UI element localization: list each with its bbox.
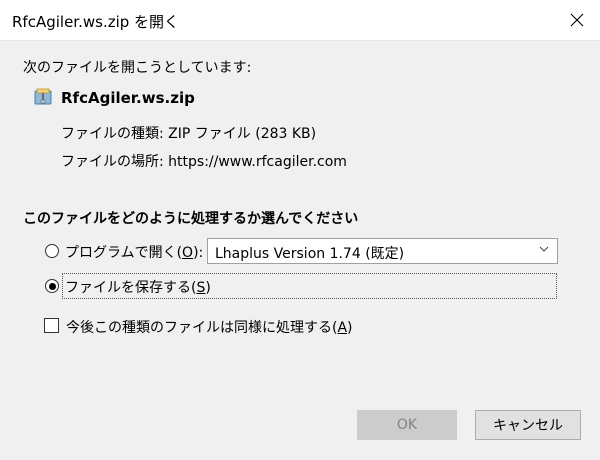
remember-choice-label[interactable]: 今後この種類のファイルは同様に処理する(A) [66,317,353,337]
window-title: RfcAgiler.ws.zip を開く [12,13,180,31]
intro-text: 次のファイルを開こうとしています: [23,60,252,76]
file-source-value: https://www.rfcagiler.com [168,154,347,170]
ok-button[interactable]: OK [357,410,457,440]
file-source-label: ファイルの場所: [61,154,164,170]
open-with-label[interactable]: プログラムで開く(O): [65,242,203,262]
open-with-radio[interactable] [45,244,59,258]
save-file-radio[interactable] [45,279,59,293]
title-bar: RfcAgiler.ws.zip を開く [0,0,600,41]
save-file-label[interactable]: ファイルを保存する(S) [65,277,211,297]
zip-archive-icon [34,88,52,105]
open-with-accesskey: O [182,245,194,261]
program-select-value: Lhaplus Version 1.74 (既定) [215,246,405,262]
close-button[interactable] [554,0,600,40]
file-type-row: ファイルの種類: ZIP ファイル (283 KB) [61,123,316,143]
dialog-body: 次のファイルを開こうとしています: RfcAgiler.ws.zip ファイルの… [0,41,600,460]
cancel-button[interactable]: キャンセル [475,410,581,440]
file-type-label: ファイルの種類: [61,126,164,142]
file-source-row: ファイルの場所: https://www.rfcagiler.com [61,151,347,171]
remember-choice-checkbox[interactable] [44,318,59,333]
program-select[interactable]: Lhaplus Version 1.74 (既定) [207,238,558,264]
close-icon [570,13,584,27]
remember-choice-accesskey: A [337,320,348,336]
file-name: RfcAgiler.ws.zip [61,89,195,107]
file-type-value: ZIP ファイル (283 KB) [168,126,317,142]
radio-selected-dot [48,282,56,290]
action-question: このファイルをどのように処理するか選んでください [23,211,359,227]
chevron-down-icon [539,246,549,252]
